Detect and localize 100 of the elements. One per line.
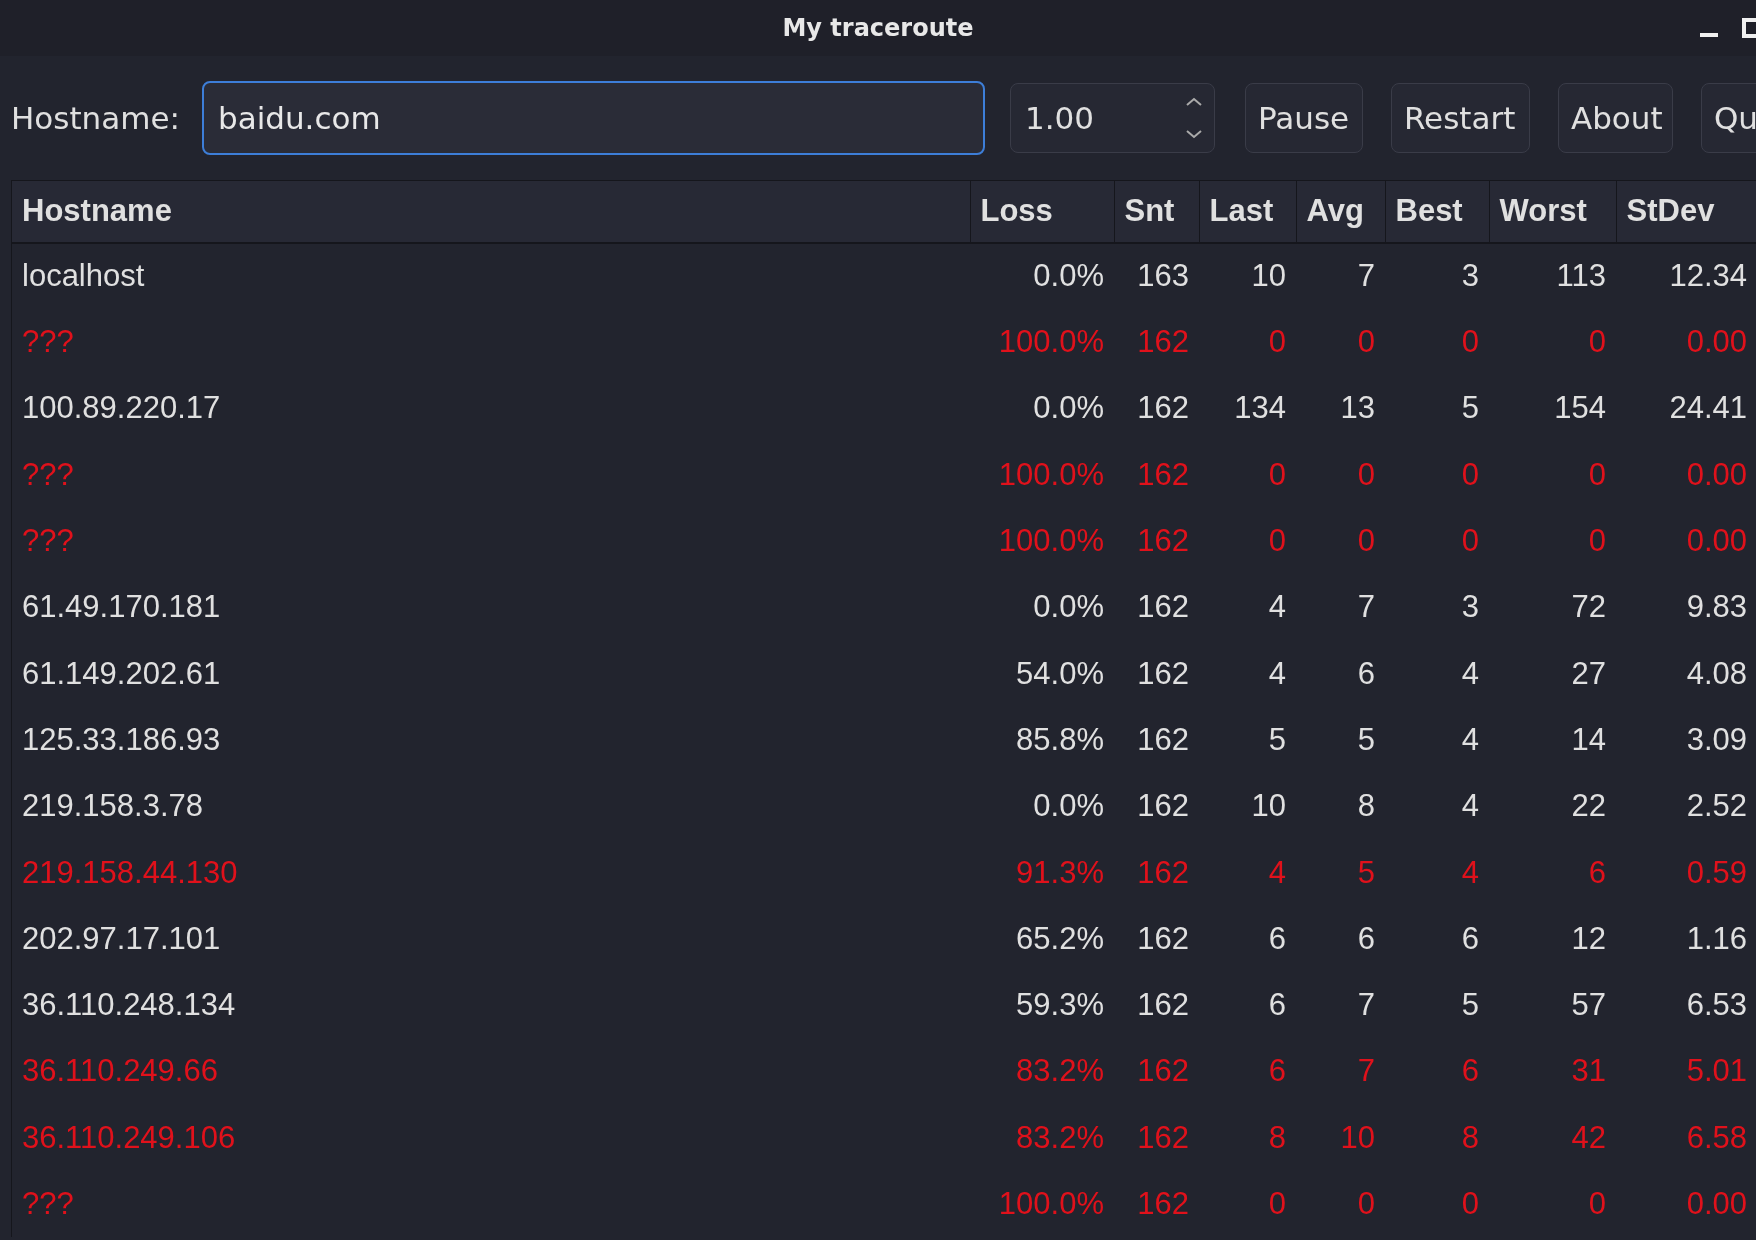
table-cell-text: 0 [1267,323,1287,362]
table-cell-text: ??? [21,522,75,561]
table-cell-text: 85.8% [1015,720,1105,759]
table-cell-text: 154 [1553,389,1607,428]
table-cell-text: 0.0% [1032,389,1105,428]
table-cell-text: 83.2% [1015,1052,1105,1091]
table-cell: localhost [12,243,970,310]
table-cell-text: 0 [1587,455,1607,494]
table-cell-text: 6 [1460,1052,1480,1091]
maximize-icon[interactable] [1742,18,1756,38]
column-header[interactable]: StDev [1616,181,1756,243]
table-cell-text: 162 [1136,323,1190,362]
toolbar-button[interactable]: Pause [1244,83,1363,153]
table-cell-text: 4 [1460,787,1480,826]
table-cell-text: 42 [1570,1118,1607,1157]
table-cell-text: 14 [1570,720,1607,759]
table-cell-text: 8 [1267,1118,1287,1157]
window-title: My traceroute [782,13,974,44]
table-cell-text: 0 [1587,1185,1607,1224]
table-cell: 113 [1489,243,1616,310]
table-cell-text: 61.149.202.61 [21,654,222,693]
table-cell-text: 5 [1267,720,1287,759]
table-cell-text: 6 [1356,654,1376,693]
table-cell-text: 0 [1460,522,1480,561]
table-cell-text: 4 [1460,853,1480,892]
table-cell-text: 0.0% [1032,787,1105,826]
table-cell-text: 2.52 [1685,787,1748,826]
table-cell-text: 13 [1339,389,1376,428]
table-cell-text: 12 [1570,919,1607,958]
table-cell-text: 27 [1570,654,1607,693]
table-cell-text: 61.49.170.181 [21,588,222,627]
table-cell-text: 5.01 [1685,1052,1748,1091]
table-cell-text: 125.33.186.93 [21,720,222,759]
table-cell-text: 202.97.17.101 [21,919,222,958]
table-cell: 12.34 [1616,243,1756,310]
table-cell-text: 10 [1250,787,1287,826]
table-cell-text: 5 [1356,853,1376,892]
table-cell-text: 0.00 [1685,455,1748,494]
table-cell-text: 24.41 [1668,389,1748,428]
column-header[interactable]: Snt [1114,181,1199,243]
table-cell-text: 54.0% [1015,654,1105,693]
table-cell: 10 [1199,243,1296,310]
table-cell-text: 100.0% [997,323,1105,362]
table-cell-text: 1.16 [1685,919,1748,958]
table-cell-text: 0 [1460,323,1480,362]
table-cell-text: 0 [1267,522,1287,561]
toolbar-button[interactable]: Restart [1390,83,1530,153]
table-cell-text: 4 [1267,588,1287,627]
table-cell-text: 59.3% [1015,986,1105,1025]
table-cell-text: 7 [1356,588,1376,627]
table-cell-text: 162 [1136,455,1190,494]
table-cell: 0.0% [970,243,1114,310]
column-header[interactable]: Hostname [12,181,970,243]
table-cell-text: 4.08 [1685,654,1748,693]
table-cell-text: 10 [1339,1118,1376,1157]
table-cell-text: 0.59 [1685,853,1748,892]
table-cell-text: 6 [1267,1052,1287,1091]
table-cell-text: 0 [1267,455,1287,494]
table-cell-text: 3 [1460,588,1480,627]
table-cell-text: 8 [1356,787,1376,826]
table-cell-text: 0.00 [1685,522,1748,561]
table-cell-text: 6 [1587,853,1607,892]
table-cell: 3 [1385,243,1489,310]
table-cell-text: 162 [1136,853,1190,892]
column-header[interactable]: Last [1199,181,1296,243]
hostname-field[interactable]: baidu.com [201,81,985,155]
column-header[interactable]: Best [1385,181,1489,243]
table-cell-text: 162 [1136,389,1190,428]
table-cell-text: 219.158.44.130 [21,853,239,892]
table-cell-text: ??? [21,323,75,362]
table-cell-text: 6 [1460,919,1480,958]
table-cell-text: 7 [1356,986,1376,1025]
table-cell-text: 0 [1587,522,1607,561]
table-cell-text: ??? [21,1185,75,1224]
table-cell-text: 72 [1570,588,1607,627]
table-cell-text: 0.00 [1685,323,1748,362]
table-cell-text: 9.83 [1685,588,1748,627]
table-cell-text: 162 [1136,1052,1190,1091]
table-cell-text: 3.09 [1685,720,1748,759]
table-cell-text: ??? [21,455,75,494]
table-cell-text: 5 [1356,720,1376,759]
table-cell-text: 0 [1587,323,1607,362]
table-cell-text: 219.158.3.78 [21,787,204,826]
table-cell-text: 65.2% [1015,919,1105,958]
table-cell-text: 162 [1136,588,1190,627]
hostname-label: Hostname: [11,98,180,138]
table-cell-text: 22 [1570,787,1607,826]
table-cell-text: 6 [1356,919,1376,958]
toolbar-button[interactable]: About [1557,83,1673,153]
table-cell-text: 36.110.248.134 [21,986,237,1025]
toolbar-button[interactable]: Qu [1700,83,1756,153]
column-header[interactable]: Worst [1489,181,1616,243]
table-cell-text: 83.2% [1015,1118,1105,1157]
table-cell-text: 0 [1356,522,1376,561]
table-cell-text: 36.110.249.66 [21,1052,219,1091]
table-cell-text: 4 [1267,654,1287,693]
column-header[interactable]: Loss [970,181,1114,243]
interval-spinner[interactable]: 1.00 [1009,83,1215,153]
table-cell-text: 31 [1570,1052,1607,1091]
column-header[interactable]: Avg [1296,181,1385,243]
